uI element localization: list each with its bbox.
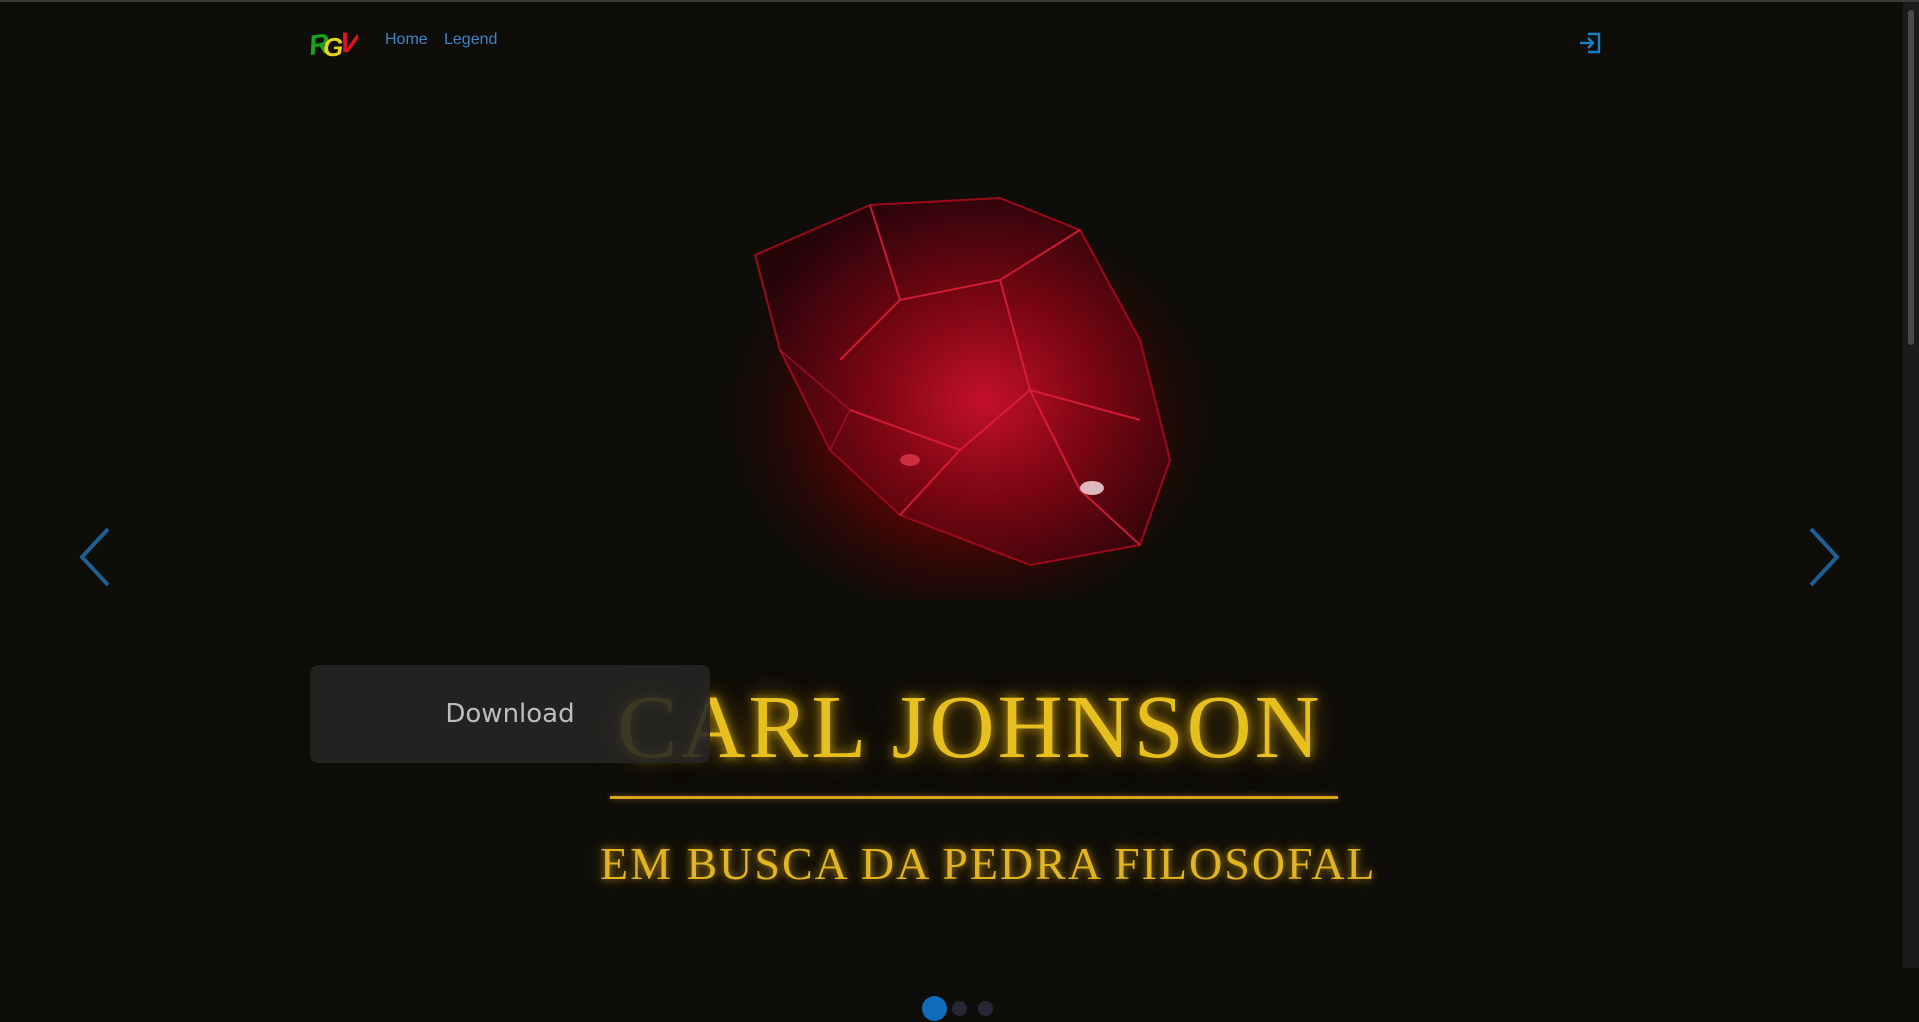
svg-text:V: V (337, 26, 358, 60)
window-top-border (0, 0, 1919, 2)
scrollbar-thumb[interactable] (1908, 10, 1914, 345)
carousel-next-button[interactable] (1803, 525, 1843, 589)
title-divider (610, 796, 1338, 799)
red-stone-image (700, 160, 1220, 615)
nav-link-home[interactable]: Home (385, 31, 428, 49)
carousel-prev-button[interactable] (76, 525, 116, 589)
slide-title: CARL JOHNSON (617, 678, 1323, 777)
carousel-indicators (920, 996, 1000, 1022)
chevron-right-icon (1809, 527, 1840, 587)
hero-carousel: CARL JOHNSON EM BUSCA DA PEDRA FILOSOFAL… (0, 70, 1903, 1021)
nav-link-legend[interactable]: Legend (444, 31, 497, 49)
carousel-indicator-3[interactable] (978, 1001, 993, 1016)
navbar: R G V Home Legend (307, 22, 1604, 62)
login-icon[interactable] (1576, 29, 1604, 57)
carousel-indicator-1[interactable] (922, 996, 947, 1021)
site-logo[interactable]: R G V (307, 26, 363, 62)
carousel-indicator-2[interactable] (952, 1001, 967, 1016)
slide-subtitle: EM BUSCA DA PEDRA FILOSOFAL (600, 838, 1377, 889)
chevron-left-icon (79, 527, 110, 587)
download-button[interactable]: Download (310, 665, 710, 763)
page-scrollbar[interactable] (1903, 2, 1919, 968)
